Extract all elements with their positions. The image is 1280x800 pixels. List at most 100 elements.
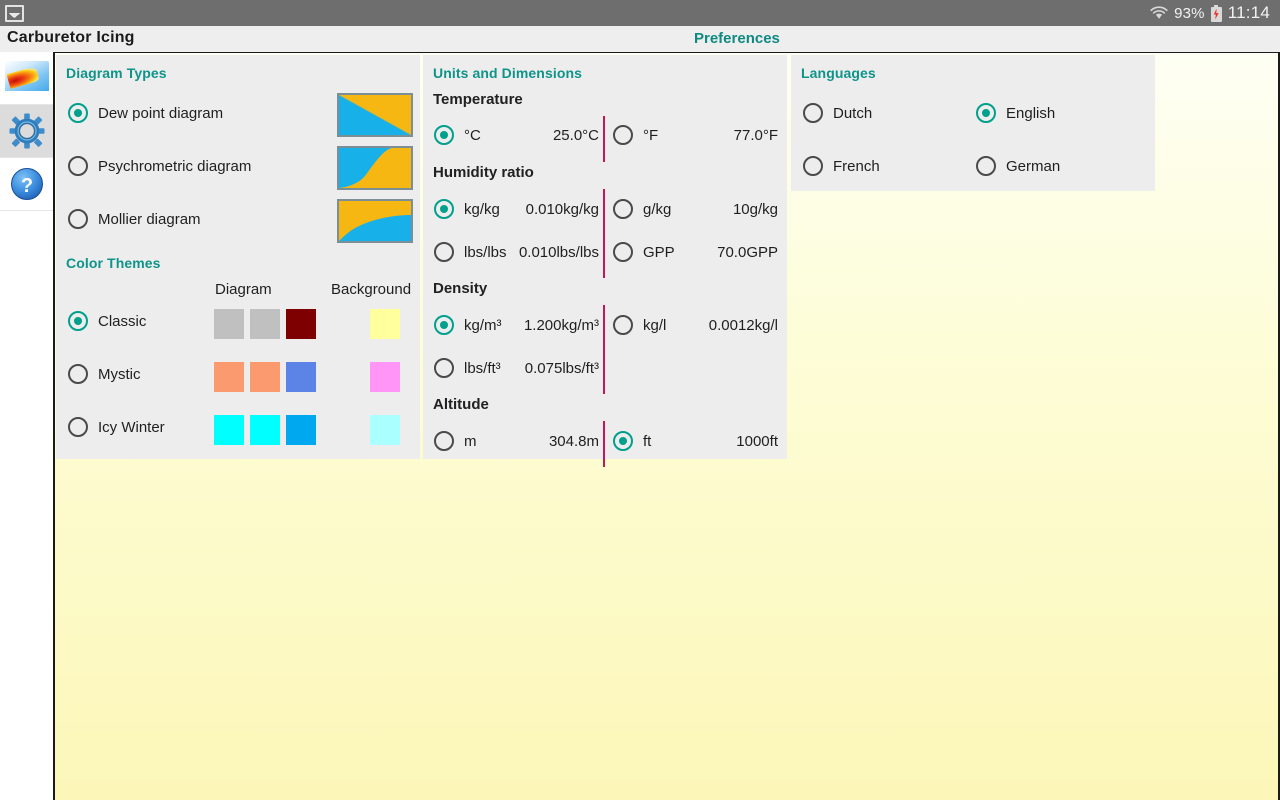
unit-value-feet: 1000ft [736, 433, 778, 450]
unit-value-kgkg: 0.010kg/kg [525, 201, 599, 218]
radio-feet[interactable] [613, 431, 633, 451]
language-label-dutch: Dutch [833, 104, 873, 122]
status-bar-right: 93% 11:14 [1150, 3, 1270, 23]
radio-kgm3[interactable] [434, 315, 454, 335]
sidebar-item-diagram[interactable] [0, 52, 53, 105]
image-icon [5, 4, 24, 22]
sidebar-rail: ? [0, 52, 53, 800]
battery-percent-label: 93% [1174, 4, 1205, 22]
diagram-thumbnail-dew-point[interactable] [337, 93, 413, 137]
radio-kgkg[interactable] [434, 199, 454, 219]
units-group-altitude-title: Altitude [433, 396, 489, 413]
units-group-temperature-title: Temperature [433, 91, 523, 108]
unit-value-fahrenheit: 77.0°F [733, 127, 778, 144]
diagram-types-panel: Diagram Types Dew point diagram Psychrom… [56, 55, 420, 245]
unit-option-kgm3[interactable]: kg/m³ [434, 315, 502, 335]
radio-french[interactable] [803, 156, 823, 176]
unit-label-meters: m [464, 432, 477, 450]
swatch-icy-diagram-3 [286, 415, 316, 445]
radio-lbslbs[interactable] [434, 242, 454, 262]
unit-value-lbslbs: 0.010lbs/lbs [518, 244, 599, 261]
swatch-classic-background [370, 309, 400, 339]
diagram-type-option-dew-point[interactable]: Dew point diagram [68, 103, 223, 123]
diagram-icon [4, 61, 49, 95]
color-themes-col-background: Background [331, 281, 412, 298]
language-option-german[interactable]: German [976, 156, 1060, 176]
unit-value-lbsft3: 0.075lbs/ft³ [524, 360, 599, 377]
diagram-type-option-mollier[interactable]: Mollier diagram [68, 209, 201, 229]
radio-icy-winter[interactable] [68, 417, 88, 437]
languages-panel: Languages Dutch English French German [791, 55, 1155, 191]
color-theme-label-mystic: Mystic [98, 365, 141, 383]
language-option-french[interactable]: French [803, 156, 880, 176]
unit-option-kgl[interactable]: kg/l [613, 315, 666, 335]
unit-option-lbsft3[interactable]: lbs/ft³ [434, 358, 501, 378]
radio-mystic[interactable] [68, 364, 88, 384]
sidebar-item-help[interactable]: ? [0, 158, 53, 211]
svg-text:?: ? [20, 175, 32, 197]
unit-label-gpp: GPP [643, 243, 675, 261]
radio-fahrenheit[interactable] [613, 125, 633, 145]
radio-mollier[interactable] [68, 209, 88, 229]
unit-label-gkg: g/kg [643, 200, 672, 218]
unit-option-gkg[interactable]: g/kg [613, 199, 671, 219]
diagram-thumbnail-psychrometric[interactable] [337, 146, 413, 190]
swatch-mystic-diagram-1 [214, 362, 244, 392]
language-option-dutch[interactable]: Dutch [803, 103, 872, 123]
radio-german[interactable] [976, 156, 996, 176]
radio-gkg[interactable] [613, 199, 633, 219]
radio-psychrometric[interactable] [68, 156, 88, 176]
swatch-classic-diagram-3 [286, 309, 316, 339]
units-dimensions-panel: Units and Dimensions Temperature °C 25.0… [423, 55, 787, 467]
radio-kgl[interactable] [613, 315, 633, 335]
radio-dutch[interactable] [803, 103, 823, 123]
unit-option-fahrenheit[interactable]: °F [613, 125, 658, 145]
radio-lbsft3[interactable] [434, 358, 454, 378]
unit-option-feet[interactable]: ft [613, 431, 651, 451]
android-status-bar: 93% 11:14 [0, 0, 1280, 26]
unit-value-gkg: 10g/kg [732, 201, 778, 218]
units-group-density-title: Density [433, 280, 488, 297]
swatch-mystic-background [370, 362, 400, 392]
language-label-english: English [1006, 104, 1056, 122]
divider-density [603, 305, 605, 394]
unit-value-meters: 304.8m [548, 433, 599, 450]
unit-value-kgm3: 1.200kg/m³ [523, 317, 599, 334]
diagram-type-label-mollier: Mollier diagram [98, 210, 201, 228]
color-themes-panel: Color Themes Diagram Background Classic … [56, 245, 420, 459]
diagram-type-label-dew-point: Dew point diagram [98, 104, 224, 122]
divider-humidity [603, 189, 605, 278]
swatch-classic-diagram-1 [214, 309, 244, 339]
diagram-types-title: Diagram Types [66, 65, 167, 81]
radio-meters[interactable] [434, 431, 454, 451]
unit-option-gpp[interactable]: GPP [613, 242, 675, 262]
swatch-icy-diagram-2 [250, 415, 280, 445]
diagram-type-label-psychrometric: Psychrometric diagram [98, 157, 252, 175]
swatch-icy-diagram-1 [214, 415, 244, 445]
radio-classic[interactable] [68, 311, 88, 331]
radio-english[interactable] [976, 103, 996, 123]
swatch-mystic-diagram-2 [250, 362, 280, 392]
color-theme-option-mystic[interactable]: Mystic [68, 364, 141, 384]
radio-dew-point[interactable] [68, 103, 88, 123]
diagram-type-option-psychrometric[interactable]: Psychrometric diagram [68, 156, 251, 176]
language-label-french: French [833, 157, 880, 175]
settings-gear-icon [9, 113, 45, 149]
swatch-classic-diagram-2 [250, 309, 280, 339]
unit-option-kgkg[interactable]: kg/kg [434, 199, 500, 219]
unit-option-celsius[interactable]: °C [434, 125, 481, 145]
color-theme-option-classic[interactable]: Classic [68, 311, 146, 331]
battery-charging-icon [1210, 4, 1222, 22]
unit-label-feet: ft [643, 432, 652, 450]
unit-option-meters[interactable]: m [434, 431, 477, 451]
sidebar-item-preferences[interactable] [0, 105, 53, 158]
title-bar: Carburetor Icing Preferences [0, 26, 1280, 52]
radio-celsius[interactable] [434, 125, 454, 145]
language-option-english[interactable]: English [976, 103, 1055, 123]
radio-gpp[interactable] [613, 242, 633, 262]
color-theme-option-icy-winter[interactable]: Icy Winter [68, 417, 165, 437]
unit-label-kgl: kg/l [643, 316, 667, 334]
diagram-thumbnail-mollier[interactable] [337, 199, 413, 243]
unit-value-kgl: 0.0012kg/l [708, 317, 778, 334]
status-bar-left [5, 4, 24, 22]
